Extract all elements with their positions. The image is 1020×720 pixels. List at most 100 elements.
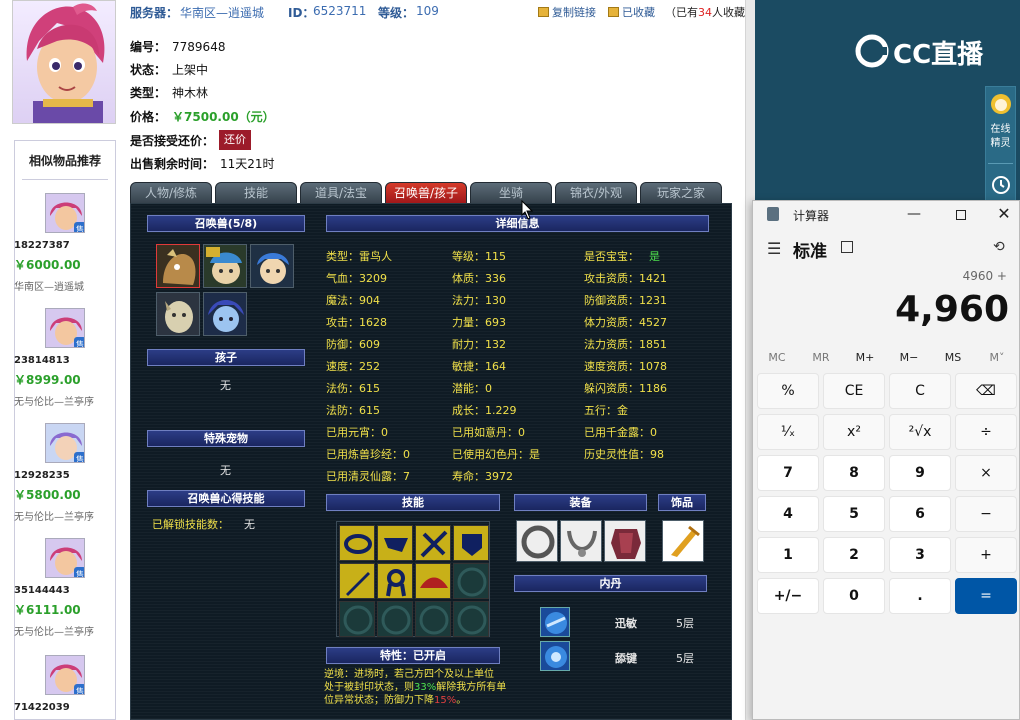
skill-icon[interactable] bbox=[415, 525, 451, 561]
recommend-avatar[interactable]: 售 bbox=[45, 655, 85, 695]
cc-widget-label: 在线精灵 bbox=[990, 124, 1011, 149]
clear-button[interactable]: C bbox=[889, 373, 951, 409]
square-root-button[interactable]: ²√x bbox=[889, 414, 951, 450]
pet-stat: 法伤：615 bbox=[326, 382, 380, 395]
memory-clear-button[interactable]: MC bbox=[757, 351, 797, 364]
pet-slot[interactable] bbox=[250, 244, 294, 288]
minimize-button[interactable]: — bbox=[899, 203, 929, 227]
pet-stat: 已使用幻色丹：是 bbox=[452, 448, 540, 461]
trait-text: 逆境：进场时，若己方四个及以上单位 bbox=[324, 669, 494, 680]
equipment-collar[interactable] bbox=[516, 520, 558, 562]
neidan-icon[interactable] bbox=[540, 607, 570, 637]
trait-percent: 15% bbox=[434, 695, 457, 706]
recommend-id: 35144443 bbox=[14, 585, 70, 596]
recommend-price: ￥5800.00 bbox=[14, 488, 81, 502]
ornament-header: 饰品 bbox=[658, 494, 706, 511]
neidan-level: 5层 bbox=[676, 652, 694, 665]
digit-7-button[interactable]: 7 bbox=[757, 455, 819, 491]
recommend-avatar[interactable]: 售 bbox=[45, 193, 85, 233]
calculator-app-icon bbox=[767, 207, 779, 221]
copy-link-label: 复制链接 bbox=[552, 6, 596, 19]
trait-percent: 33% bbox=[414, 682, 437, 693]
add-button[interactable]: + bbox=[955, 537, 1017, 573]
equipment-armor[interactable] bbox=[604, 520, 646, 562]
cc-logo-icon bbox=[855, 34, 889, 68]
pet-slot[interactable] bbox=[156, 244, 200, 288]
bargain-row: 是否接受还价： bbox=[130, 132, 220, 149]
item-number-row: 编号： 7789648 bbox=[130, 38, 225, 55]
skill-icon[interactable] bbox=[377, 525, 413, 561]
square-button[interactable]: x² bbox=[823, 414, 885, 450]
equipment-necklace[interactable] bbox=[560, 520, 602, 562]
empty-skill-slot bbox=[339, 601, 375, 637]
equipment-ornament[interactable] bbox=[662, 520, 704, 562]
pet-stat: 已用元宵：0 bbox=[326, 426, 388, 439]
recommend-server: 华南区—逍遥城 bbox=[14, 282, 84, 293]
pet-stat: 体质：336 bbox=[452, 272, 506, 285]
hamburger-menu-icon[interactable]: ☰ bbox=[767, 239, 781, 258]
tab-items[interactable]: 道具/法宝 bbox=[300, 182, 382, 204]
maximize-button[interactable] bbox=[946, 203, 976, 227]
recommend-id: 23814813 bbox=[14, 355, 70, 366]
recommend-avatar[interactable]: 售 bbox=[45, 308, 85, 348]
favorite-button[interactable]: 已收藏 bbox=[608, 4, 655, 20]
bargain-button[interactable]: 还价 bbox=[219, 130, 251, 150]
neidan-level: 5层 bbox=[676, 617, 694, 630]
memory-store-button[interactable]: MS bbox=[933, 351, 973, 364]
keep-on-top-icon[interactable] bbox=[841, 241, 853, 253]
pet-slot[interactable] bbox=[203, 244, 247, 288]
digit-5-button[interactable]: 5 bbox=[823, 496, 885, 532]
negate-button[interactable]: +/− bbox=[757, 578, 819, 614]
digit-1-button[interactable]: 1 bbox=[757, 537, 819, 573]
digit-3-button[interactable]: 3 bbox=[889, 537, 951, 573]
pet-slot[interactable] bbox=[156, 292, 200, 336]
copy-link-button[interactable]: 复制链接 bbox=[538, 4, 596, 20]
clock-icon[interactable] bbox=[991, 175, 1011, 195]
memory-subtract-button[interactable]: M− bbox=[889, 351, 929, 364]
digit-0-button[interactable]: 0 bbox=[823, 578, 885, 614]
reciprocal-button[interactable]: ¹⁄ₓ bbox=[757, 414, 819, 450]
skill-icon[interactable] bbox=[339, 525, 375, 561]
pet-stat: 已用千金露：0 bbox=[584, 426, 657, 439]
tab-mounts[interactable]: 坐骑 bbox=[470, 182, 552, 204]
divide-button[interactable]: ÷ bbox=[955, 414, 1017, 450]
memory-recall-button[interactable]: MR bbox=[801, 351, 841, 364]
history-icon[interactable]: ⟲ bbox=[993, 239, 1005, 255]
tab-skills[interactable]: 技能 bbox=[215, 182, 297, 204]
pet-stat: 是否宝宝： bbox=[584, 250, 639, 263]
percent-button[interactable]: % bbox=[757, 373, 819, 409]
cc-side-widget[interactable]: 在线精灵 bbox=[985, 86, 1016, 206]
recommend-avatar[interactable]: 售 bbox=[45, 538, 85, 578]
skill-icon[interactable] bbox=[339, 563, 375, 599]
digit-4-button[interactable]: 4 bbox=[757, 496, 819, 532]
tab-character[interactable]: 人物/修炼 bbox=[130, 182, 212, 204]
recommend-price: ￥8999.00 bbox=[14, 373, 81, 387]
pet-slot[interactable] bbox=[203, 292, 247, 336]
favorite-count: （已有34人收藏） bbox=[665, 4, 755, 20]
clear-entry-button[interactable]: CE bbox=[823, 373, 885, 409]
skill-icon[interactable] bbox=[453, 525, 489, 561]
digit-9-button[interactable]: 9 bbox=[889, 455, 951, 491]
type-label: 类型： bbox=[130, 86, 167, 100]
recommend-avatar[interactable]: 售 bbox=[45, 423, 85, 463]
neidan-icon[interactable] bbox=[540, 641, 570, 671]
decimal-button[interactable]: . bbox=[889, 578, 951, 614]
digit-8-button[interactable]: 8 bbox=[823, 455, 885, 491]
tab-appearance[interactable]: 锦衣/外观 bbox=[555, 182, 637, 204]
pet-stat: 法防：615 bbox=[326, 404, 380, 417]
subtract-button[interactable]: − bbox=[955, 496, 1017, 532]
multiply-button[interactable]: × bbox=[955, 455, 1017, 491]
tab-pets[interactable]: 召唤兽/孩子 bbox=[385, 182, 467, 204]
empty-skill-slot bbox=[453, 563, 489, 599]
digit-6-button[interactable]: 6 bbox=[889, 496, 951, 532]
tab-home[interactable]: 玩家之家 bbox=[640, 182, 722, 204]
skill-icon[interactable] bbox=[377, 563, 413, 599]
level-label: 等级： bbox=[378, 6, 415, 20]
backspace-button[interactable]: ⌫ bbox=[955, 373, 1017, 409]
memory-list-button[interactable]: M˅ bbox=[977, 351, 1017, 364]
memory-add-button[interactable]: M+ bbox=[845, 351, 885, 364]
skill-icon[interactable] bbox=[415, 563, 451, 599]
close-button[interactable]: ✕ bbox=[989, 203, 1019, 227]
digit-2-button[interactable]: 2 bbox=[823, 537, 885, 573]
equals-button[interactable]: = bbox=[955, 578, 1017, 614]
